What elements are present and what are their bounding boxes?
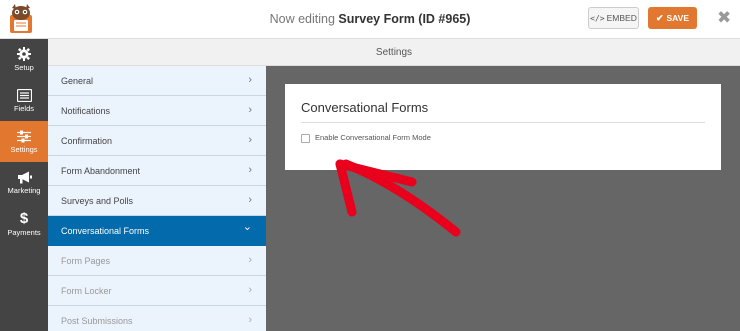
save-label: SAVE bbox=[666, 13, 690, 23]
checkmark-icon: ✔ bbox=[655, 12, 664, 23]
menu-item-notifications[interactable]: Notifications › bbox=[48, 96, 266, 126]
dollar-icon: $ bbox=[19, 209, 29, 227]
list-icon bbox=[16, 88, 32, 102]
menu-item-label: Conversational Forms bbox=[61, 225, 150, 236]
panel-title: Conversational Forms bbox=[301, 100, 429, 115]
gear-icon bbox=[17, 47, 31, 61]
menu-item-post-submissions[interactable]: Post Submissions › bbox=[48, 306, 266, 331]
title-prefix: Now editing bbox=[269, 12, 335, 26]
embed-label: EMBED bbox=[606, 13, 637, 23]
chevron-right-icon: › bbox=[248, 314, 252, 326]
enable-conversational-mode-checkbox[interactable] bbox=[301, 134, 310, 143]
menu-item-general[interactable]: General › bbox=[48, 66, 266, 96]
menu-item-surveys-and-polls[interactable]: Surveys and Polls › bbox=[48, 186, 266, 216]
chevron-right-icon: › bbox=[248, 284, 252, 296]
sidebar-item-fields[interactable]: Fields bbox=[0, 80, 48, 121]
divider bbox=[301, 122, 705, 123]
wpforms-logo-icon bbox=[6, 3, 36, 35]
chevron-right-icon: › bbox=[248, 74, 252, 86]
conversational-forms-panel: Conversational Forms Enable Conversation… bbox=[285, 84, 721, 170]
sidebar-item-label: Setup bbox=[14, 63, 34, 72]
menu-item-form-locker[interactable]: Form Locker › bbox=[48, 276, 266, 306]
chevron-down-icon: ⌄ bbox=[242, 221, 252, 233]
settings-content: Conversational Forms Enable Conversation… bbox=[266, 66, 740, 331]
sidebar-item-label: Payments bbox=[7, 227, 41, 237]
sidebar-item-payments[interactable]: $ Payments bbox=[0, 203, 48, 244]
settings-header: Settings bbox=[48, 39, 740, 66]
megaphone-icon bbox=[17, 171, 32, 183]
checkbox-label[interactable]: Enable Conversational Form Mode bbox=[315, 133, 431, 142]
chevron-right-icon: › bbox=[248, 104, 252, 116]
top-bar: Now editing Survey Form (ID #965) </> EM… bbox=[0, 0, 740, 39]
menu-item-form-pages[interactable]: Form Pages › bbox=[48, 246, 266, 276]
sidebar-item-label: Fields bbox=[13, 103, 34, 113]
menu-item-label: Form Locker bbox=[61, 285, 112, 296]
form-name: Survey Form (ID #965) bbox=[338, 12, 471, 26]
menu-item-label: Form Abandonment bbox=[61, 165, 141, 176]
sidebar-item-settings[interactable]: Settings bbox=[0, 121, 48, 162]
sidebar-item-marketing[interactable]: Marketing bbox=[0, 162, 48, 203]
menu-item-label: Notifications bbox=[61, 105, 111, 116]
menu-item-confirmation[interactable]: Confirmation › bbox=[48, 126, 266, 156]
menu-item-conversational-forms[interactable]: Conversational Forms ⌄ bbox=[48, 216, 266, 246]
embed-button[interactable]: </> EMBED bbox=[588, 7, 639, 29]
chevron-right-icon: › bbox=[248, 134, 252, 146]
sidebar-item-setup[interactable]: Setup bbox=[0, 39, 48, 80]
code-icon: </> bbox=[590, 13, 605, 23]
chevron-right-icon: › bbox=[248, 164, 252, 176]
chevron-right-icon: › bbox=[248, 254, 252, 266]
sidebar-item-label: Settings bbox=[10, 144, 38, 154]
settings-menu: General › Notifications › Confirmation ›… bbox=[48, 66, 266, 331]
sidebar-item-label: Marketing bbox=[7, 185, 41, 195]
close-icon[interactable]: ✖ bbox=[717, 9, 731, 26]
save-button[interactable]: ✔ SAVE bbox=[648, 7, 697, 29]
menu-item-label: Surveys and Polls bbox=[61, 195, 134, 206]
menu-item-label: Post Submissions bbox=[61, 315, 133, 326]
menu-item-label: Confirmation bbox=[61, 135, 113, 146]
menu-item-form-abandonment[interactable]: Form Abandonment › bbox=[48, 156, 266, 186]
menu-item-label: General bbox=[61, 75, 94, 86]
builder-sidebar: Setup Fields Settings Marketing $ Paymen… bbox=[0, 39, 48, 331]
menu-item-label: Form Pages bbox=[61, 255, 111, 266]
chevron-right-icon: › bbox=[248, 194, 252, 206]
sliders-icon bbox=[17, 130, 31, 142]
